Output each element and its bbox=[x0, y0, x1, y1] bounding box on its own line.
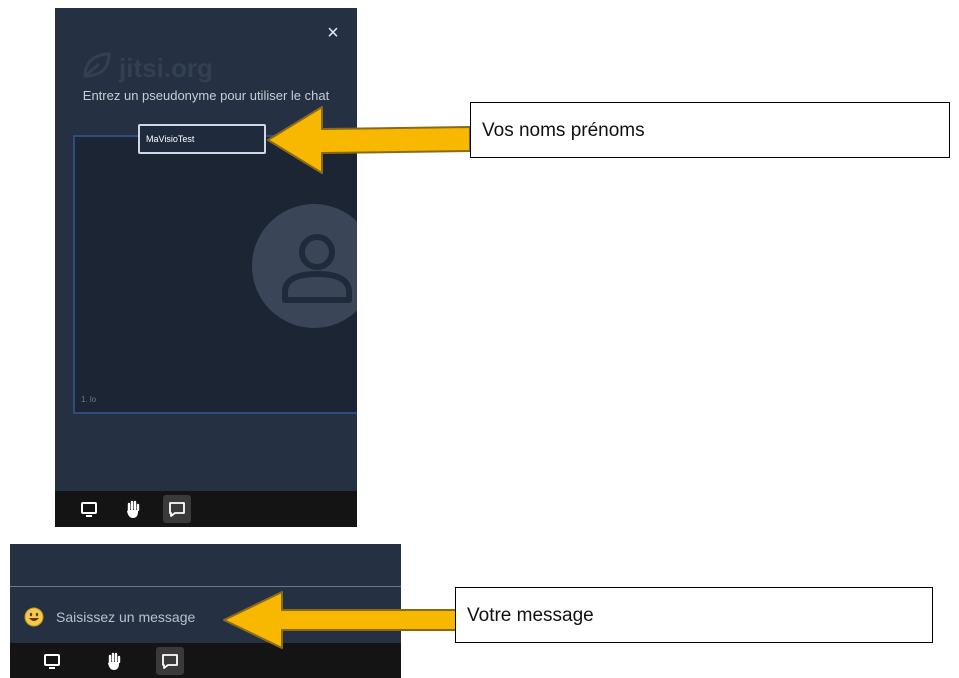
chat-nickname-panel: × jitsi.org Entrez un pseudonyme pour ut… bbox=[55, 8, 357, 527]
avatar bbox=[252, 204, 357, 328]
chat-icon bbox=[169, 502, 185, 517]
chat-icon bbox=[162, 654, 178, 669]
callout-message: Votre message bbox=[455, 587, 933, 643]
chat-button[interactable] bbox=[156, 647, 184, 675]
avatar-icon bbox=[282, 234, 352, 303]
callout-name: Vos noms prénoms bbox=[470, 102, 950, 158]
emoji-icon bbox=[24, 607, 44, 627]
watermark-text: jitsi.org bbox=[119, 53, 213, 83]
raise-hand-icon bbox=[108, 652, 121, 670]
toolbar bbox=[55, 491, 357, 527]
screen-share-button[interactable] bbox=[38, 647, 66, 675]
message-input[interactable] bbox=[56, 606, 246, 628]
raise-hand-button[interactable] bbox=[119, 495, 147, 523]
nickname-prompt: Entrez un pseudonyme pour utiliser le ch… bbox=[82, 88, 330, 103]
screen-share-button[interactable] bbox=[75, 495, 103, 523]
arrow-to-message bbox=[223, 591, 457, 649]
nickname-input[interactable] bbox=[138, 124, 266, 154]
jitsi-logo-icon bbox=[83, 52, 111, 78]
participant-label: 1. lo bbox=[81, 395, 97, 404]
raise-hand-icon bbox=[127, 500, 140, 518]
jitsi-watermark: jitsi.org bbox=[81, 48, 241, 88]
screen-share-icon bbox=[81, 502, 97, 517]
emoji-button[interactable] bbox=[24, 607, 44, 627]
chat-button[interactable] bbox=[163, 495, 191, 523]
video-tile: 1. lo bbox=[73, 135, 357, 414]
close-icon[interactable]: × bbox=[323, 22, 343, 44]
screen-share-icon bbox=[44, 654, 60, 669]
raise-hand-button[interactable] bbox=[100, 647, 128, 675]
arrow-to-nickname bbox=[267, 106, 471, 174]
divider bbox=[10, 586, 401, 587]
